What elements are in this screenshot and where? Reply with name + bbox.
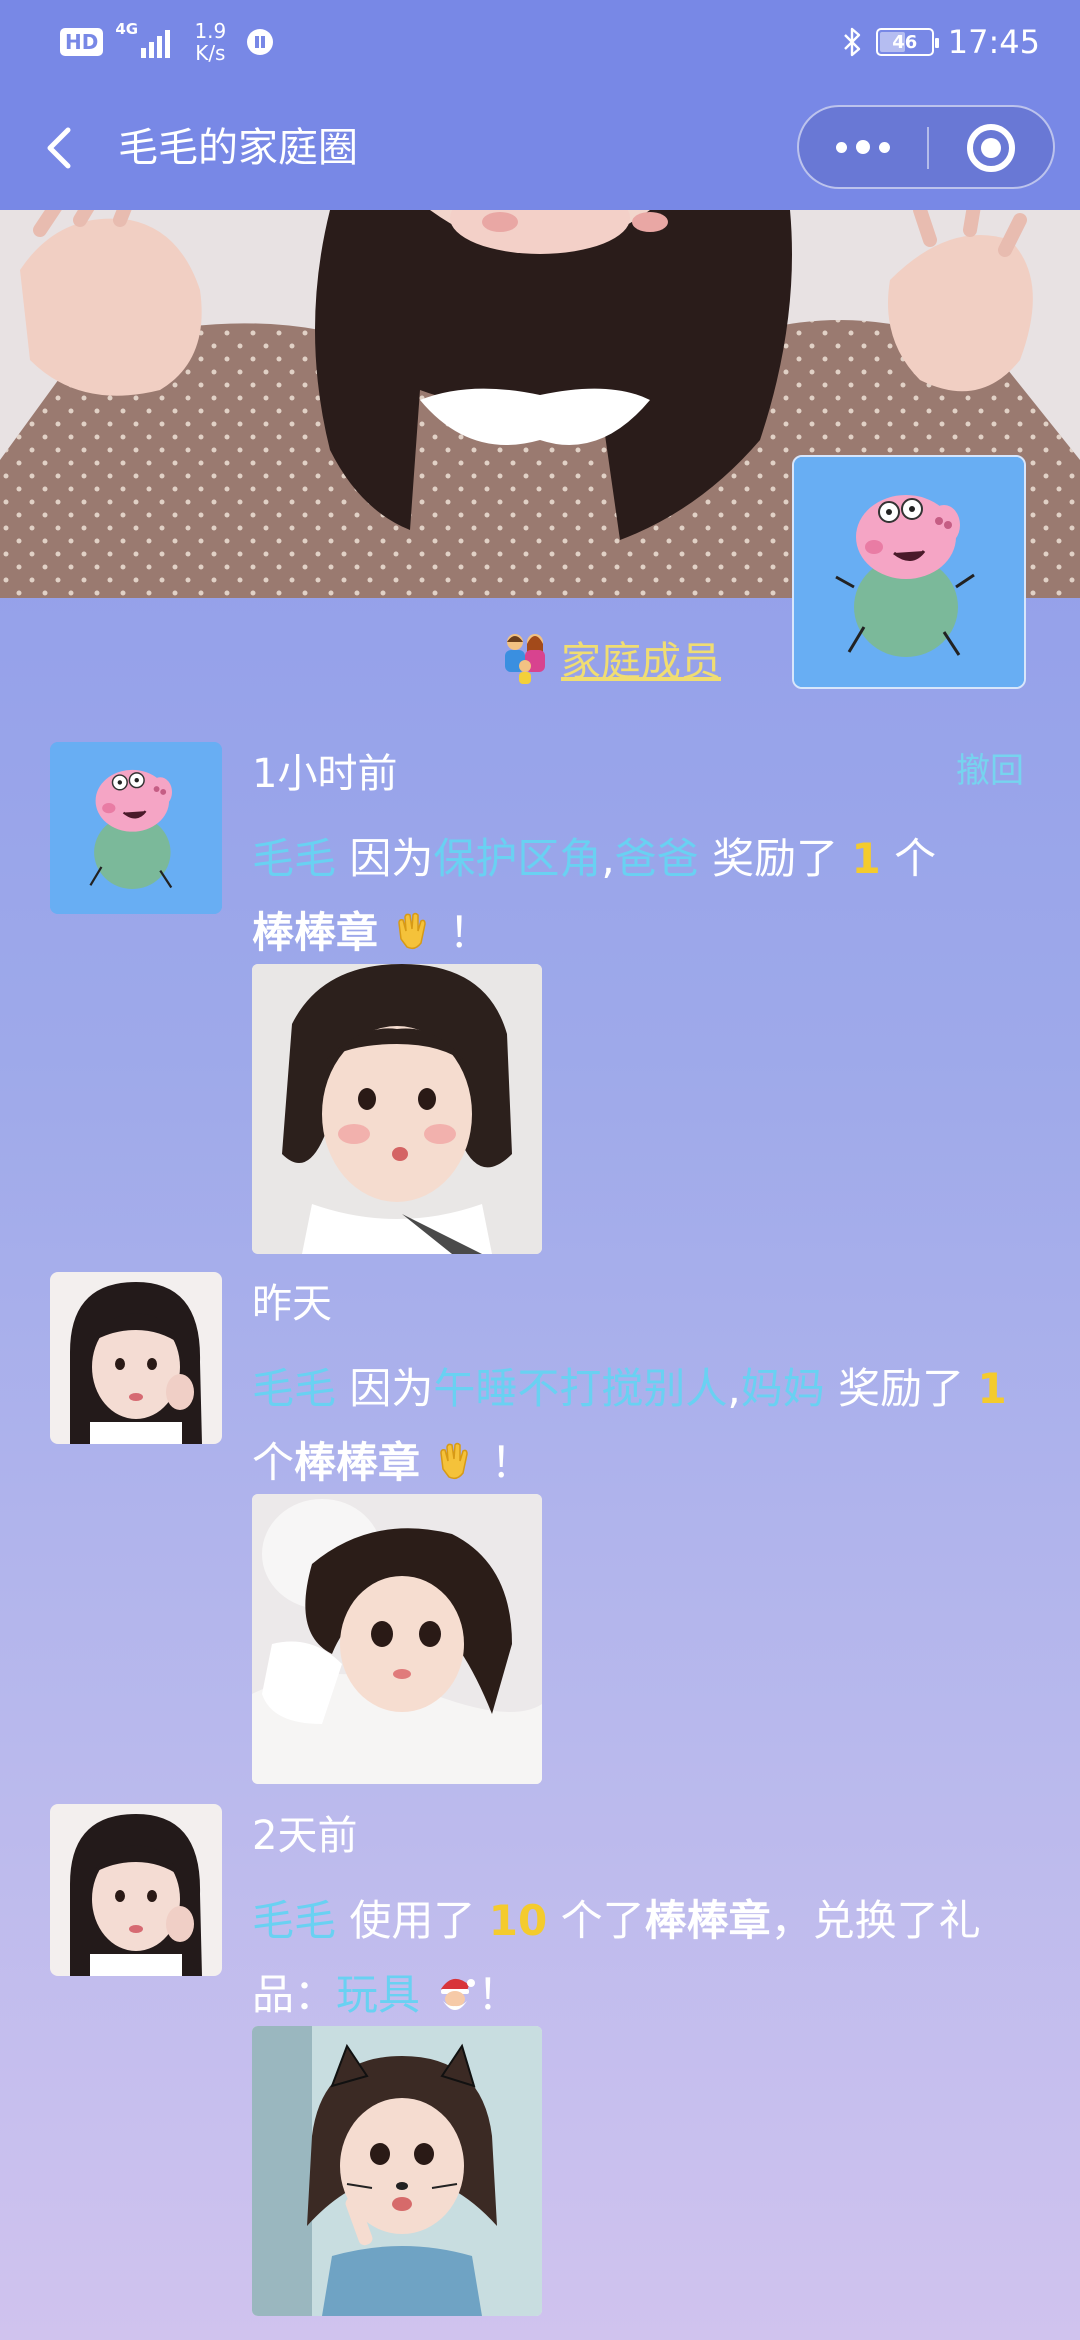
post-photo[interactable]	[252, 1494, 542, 1784]
page-title: 毛毛的家庭圈	[118, 125, 358, 171]
badge-count: 10	[488, 1896, 548, 1945]
avatar[interactable]	[50, 1272, 222, 1444]
badge-count: 1	[977, 1364, 1007, 1413]
mini-program-capsule	[797, 105, 1055, 189]
family-icon	[505, 634, 545, 684]
pause-icon	[247, 29, 274, 55]
battery-level: 46	[892, 31, 918, 53]
battery-icon: 46	[875, 28, 939, 56]
post-text: 毛毛 因为保护区角,爸爸 奖励了 1 个棒棒章 ！	[252, 834, 937, 957]
child-name[interactable]: 毛毛	[252, 834, 336, 883]
badge-name: 棒棒章	[294, 1438, 421, 1487]
post-photo[interactable]	[252, 964, 542, 1254]
family-members-link[interactable]: 家庭成员	[495, 628, 721, 688]
bluetooth-icon	[843, 27, 860, 57]
clapping-hands-icon	[440, 1442, 469, 1480]
giver-name: 妈妈	[740, 1364, 825, 1413]
nav-bar: 毛毛的家庭圈	[0, 84, 1080, 210]
target-icon[interactable]	[967, 124, 1015, 172]
status-left: HD 4G 1.9 K/s	[60, 18, 274, 66]
child-name[interactable]: 毛毛	[252, 1364, 336, 1413]
badge-name: 棒棒章	[252, 908, 379, 957]
post-time: 1小时前	[252, 751, 398, 797]
signal-icon: 4G	[115, 20, 173, 62]
santa-icon	[441, 1978, 476, 2010]
reason: 午睡不打搅别人	[433, 1364, 728, 1413]
status-right: 46 17:45	[842, 18, 1040, 66]
giver-name: 爸爸	[614, 834, 699, 883]
gift-name: 玩具	[336, 1970, 421, 2019]
status-bar: HD 4G 1.9 K/s 46 17:45	[0, 0, 1080, 84]
capsule-divider	[927, 127, 929, 169]
network-type: 4G	[115, 20, 139, 38]
clock: 17:45	[947, 23, 1040, 61]
chevron-left-icon[interactable]	[38, 120, 88, 176]
post-time: 昨天	[252, 1281, 332, 1327]
badge-count: 1	[851, 834, 881, 883]
post-time: 2天前	[252, 1813, 358, 1859]
reason: 保护区角	[433, 834, 602, 883]
child-name[interactable]: 毛毛	[252, 1896, 336, 1945]
clapping-hands-icon	[398, 912, 427, 950]
hd-badge: HD	[60, 28, 104, 56]
post-photo[interactable]	[252, 2026, 542, 2316]
post-text: 毛毛 因为午睡不打搅别人,妈妈 奖励了 1 个棒棒章 ！	[252, 1364, 1007, 1487]
post-text: 毛毛 使用了 10 个了棒棒章，兑换了礼品：玩具 ！	[252, 1896, 981, 2019]
badge-name: 棒棒章	[644, 1896, 771, 1945]
avatar[interactable]	[50, 742, 222, 914]
family-avatar[interactable]	[792, 455, 1026, 689]
network-speed: 1.9 K/s	[194, 19, 227, 65]
family-members-label[interactable]: 家庭成员	[561, 629, 721, 687]
revoke-button[interactable]: 撤回	[956, 748, 1024, 794]
avatar[interactable]	[50, 1804, 222, 1976]
more-dots-icon[interactable]	[799, 107, 927, 187]
